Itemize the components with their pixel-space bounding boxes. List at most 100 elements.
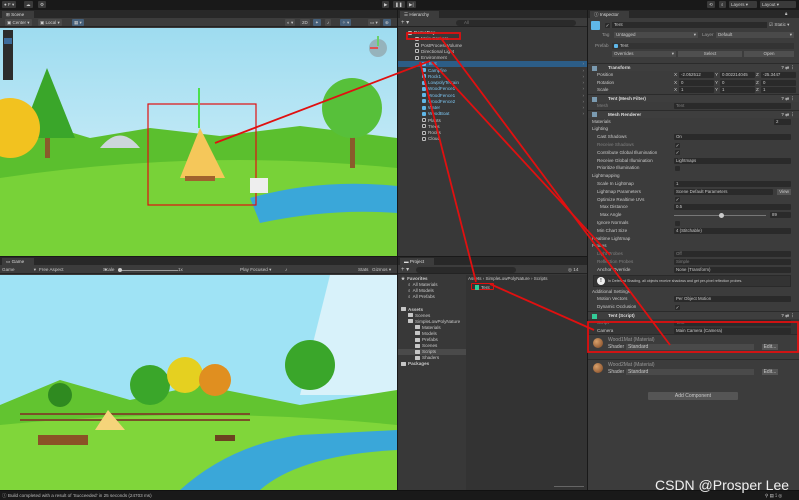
effects-button[interactable]: ✧ ▾ [340, 19, 352, 26]
grid-snap-button[interactable]: ▦ ▾ [72, 19, 84, 26]
light-probes-field[interactable]: Off [674, 251, 791, 258]
layers-dropdown[interactable]: Layers ▾ [729, 1, 757, 8]
breadcrumb-item[interactable]: Scripts [534, 276, 548, 281]
hierarchy-item[interactable]: LowpolyTerrain › [398, 80, 587, 86]
pivot-dropdown[interactable]: ▣ Center ▾ [5, 19, 32, 26]
cast-shadows-field[interactable]: On [674, 134, 791, 141]
component-header[interactable]: Tent (Script)? ⇄ ⋮ [588, 311, 799, 319]
audio-button[interactable]: ♪ [325, 19, 332, 26]
scale-x-field[interactable]: 1 [679, 87, 714, 94]
rotation-z-field[interactable]: 0 [761, 79, 796, 86]
max-angle-value[interactable]: 89 [770, 212, 791, 219]
reflection-probes-field[interactable]: Simple [674, 259, 791, 265]
hierarchy-search[interactable]: All [456, 19, 576, 26]
hierarchy-item[interactable]: WoodBoat › [398, 111, 587, 117]
hierarchy-item[interactable]: Plants [398, 118, 587, 124]
hierarchy-item[interactable]: PostProcessVolume [398, 43, 587, 49]
scale-z-field[interactable]: 1 [761, 87, 796, 94]
view-button[interactable]: View [777, 188, 791, 195]
hierarchy-item[interactable]: WoodFence1 › [398, 93, 587, 99]
lighting-button[interactable]: ✦ [313, 19, 321, 26]
account-button[interactable]: ● F ▾ [2, 1, 17, 8]
rotation-y-field[interactable]: 0 [720, 79, 755, 86]
shader-dropdown[interactable]: Standard [626, 369, 754, 376]
settings-button[interactable]: ⚙ [38, 1, 47, 8]
edit-shader-button[interactable]: Edit... [762, 369, 778, 376]
select-button[interactable]: Select [678, 51, 742, 57]
aspect-dropdown[interactable]: Free Aspect ▾ [39, 267, 107, 273]
pause-button[interactable]: ❚❚ [393, 1, 405, 8]
prioritize-illumination-checkbox[interactable] [675, 165, 680, 171]
component-header[interactable]: Transform? ⇄ ⋮ [588, 63, 799, 71]
play-button[interactable]: ▶ [382, 1, 390, 8]
cloud-button[interactable]: ☁ [24, 1, 33, 8]
hierarchy-item[interactable]: Trees [398, 124, 587, 130]
contribute-global-illumination-checkbox[interactable]: ✓ [675, 150, 680, 156]
shader-dropdown[interactable]: Standard [626, 344, 754, 351]
layout-dropdown[interactable]: Layout ▾ [760, 1, 796, 8]
gizmos-button[interactable]: Gizmos ▾ [372, 267, 391, 273]
scale-in-lightmap-field[interactable]: 1 [674, 181, 791, 187]
stats-button[interactable]: Stats [358, 267, 368, 273]
receive-global-illumination-field[interactable]: Lightmaps [674, 157, 791, 164]
hierarchy-item[interactable]: Directional Light [398, 49, 587, 55]
hierarchy-item[interactable]: Cloud [398, 136, 587, 142]
max-distance-field[interactable]: 0.5 [674, 204, 791, 211]
gizmos-button[interactable]: ⊕ [383, 19, 391, 26]
display-dropdown[interactable]: Game ▾ [2, 267, 36, 273]
tag-dropdown[interactable]: Untagged ▾ [614, 32, 698, 38]
open-button[interactable]: Open [744, 51, 794, 57]
step-button[interactable]: ▶| [407, 1, 416, 8]
camera-field[interactable]: Main Camera (Camera) [674, 327, 791, 334]
lock-icon[interactable]: 🔒︎ [785, 11, 787, 17]
motion-vectors-field[interactable]: Per Object Motion [674, 296, 791, 303]
scene-viewport[interactable] [0, 28, 397, 256]
prefab-field[interactable]: Tent [612, 43, 794, 49]
max-angle-slider[interactable] [674, 212, 766, 218]
hierarchy-item[interactable]: Rocks [398, 130, 587, 136]
hierarchy-item[interactable]: Tent › [398, 61, 587, 68]
anchor-override-field[interactable]: None (Transform) [674, 266, 791, 273]
edit-shader-button[interactable]: Edit... [762, 344, 778, 351]
add-component-button[interactable]: Add Component [648, 392, 738, 401]
overrides-dropdown[interactable]: Overrides ▾ [612, 51, 676, 57]
project-tree-item[interactable]: Packages [398, 361, 466, 367]
status-icons[interactable]: ⚲ ▤ ⟟ ◎ [765, 493, 782, 499]
hierarchy-item[interactable]: WoodFence2 › [398, 99, 587, 105]
hierarchy-item[interactable]: Environment [398, 55, 587, 61]
materials-field[interactable]: 2 [774, 118, 791, 125]
hierarchy-item[interactable]: Campfire › [398, 68, 587, 74]
optimize-realtime-uvs-checkbox[interactable]: ✓ [675, 197, 680, 203]
scale-slider[interactable] [118, 267, 178, 272]
create-button[interactable]: + ▾ [401, 267, 409, 273]
static-toggle[interactable]: ☑ Static ▾ [769, 22, 790, 28]
2d-button[interactable]: 2D [300, 19, 310, 26]
hierarchy-item[interactable]: Main Camera [398, 36, 587, 42]
hierarchy-item[interactable]: Water › [398, 105, 587, 111]
move-gizmo-y[interactable] [198, 88, 200, 128]
mute-audio-button[interactable]: ♪ [285, 267, 287, 273]
tab-project[interactable]: ▬ Project [400, 258, 435, 265]
hierarchy-item[interactable]: Rock1 › [398, 74, 587, 80]
script-field[interactable]: Tent [674, 319, 791, 326]
tab-game[interactable]: ▭ Game [2, 258, 35, 265]
dynamic-occlusion-checkbox[interactable]: ✓ [675, 304, 680, 310]
icon-size-slider[interactable] [554, 486, 584, 487]
tab-inspector[interactable]: ⓘ Inspector [590, 11, 629, 18]
layer-dropdown[interactable]: Default ▾ [716, 32, 794, 38]
play-mode-dropdown[interactable]: Play Focused ▾ [240, 267, 271, 273]
breadcrumb-item[interactable]: SimpleLowPolyNature [486, 276, 530, 281]
mesh-field[interactable]: Tent [674, 103, 791, 109]
scene-tools-palette[interactable] [3, 30, 13, 80]
receive-shadows-checkbox[interactable]: ✓ [675, 142, 680, 148]
position-z-field[interactable]: -25.3447 [761, 71, 796, 78]
active-checkbox[interactable]: ✓ [605, 23, 610, 28]
search-button[interactable]: ⌕ [719, 1, 726, 8]
breadcrumb-item[interactable]: Assets [468, 276, 482, 281]
hierarchy-item[interactable]: DemoDay [398, 30, 587, 36]
slider-handle[interactable] [719, 212, 725, 218]
tab-hierarchy[interactable]: ☰ Hierarchy [400, 11, 440, 18]
ignore-normals-checkbox[interactable] [675, 220, 680, 226]
shading-button[interactable]: ◐ ▾ [285, 19, 296, 26]
add-button[interactable]: + ▾ [401, 20, 409, 26]
